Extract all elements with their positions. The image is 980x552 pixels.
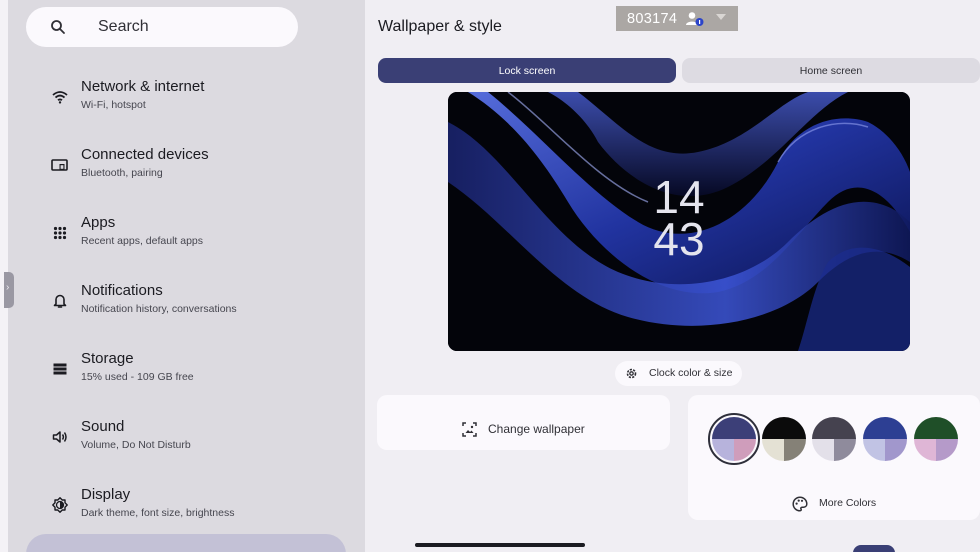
tab-home-screen[interactable]: Home screen — [682, 58, 980, 83]
swatch-bottom-left — [914, 439, 936, 461]
tab-lock-screen[interactable]: Lock screen — [378, 58, 676, 83]
sidebar-item-display[interactable]: Display Dark theme, font size, brightnes… — [8, 471, 365, 533]
color-options-card: More Colors — [688, 395, 980, 520]
swatch-top — [712, 417, 756, 439]
search-bar[interactable]: Search — [26, 7, 298, 47]
palette-icon — [792, 496, 808, 512]
swatch-bottom-left — [712, 439, 734, 461]
clock-color-size-label: Clock color & size — [649, 367, 733, 379]
color-swatch[interactable] — [762, 417, 806, 461]
swatch-bottom-left — [762, 439, 784, 461]
bell-icon — [48, 291, 72, 311]
clock-minutes: 43 — [653, 213, 705, 265]
sidebar-item-connected-devices[interactable]: Connected devices Bluetooth, pairing — [8, 131, 365, 193]
sidebar-item-network[interactable]: Network & internet Wi-Fi, hotspot — [8, 63, 365, 125]
sidebar-item-subtitle: Wi-Fi, hotspot — [81, 99, 146, 111]
sidebar-item-subtitle: Bluetooth, pairing — [81, 167, 163, 179]
sidebar-item-subtitle: Volume, Do Not Disturb — [81, 439, 191, 451]
main-panel: Wallpaper & style Lock screen Home scree… — [365, 0, 980, 552]
sidebar-item-notifications[interactable]: Notifications Notification history, conv… — [8, 267, 365, 329]
search-label: Search — [98, 18, 149, 35]
sidebar-item-subtitle: 15% used - 109 GB free — [81, 371, 194, 383]
gesture-navigation-bar[interactable] — [415, 543, 585, 547]
gear-icon — [626, 368, 637, 379]
sidebar-item-title: Sound — [81, 418, 125, 435]
wifi-icon — [48, 87, 72, 107]
swatch-top — [762, 417, 806, 439]
search-icon — [51, 20, 65, 34]
swatch-bottom-left — [812, 439, 834, 461]
overlay-id-badge[interactable]: 803174 — [616, 6, 738, 31]
swatch-top — [914, 417, 958, 439]
sidebar-item-title: Network & internet — [81, 78, 205, 95]
swatch-top — [863, 417, 907, 439]
chevron-right-icon: › — [6, 282, 10, 293]
toggle-switch[interactable] — [853, 545, 895, 552]
swatch-bottom-right — [784, 439, 806, 461]
sidebar-item-title: Display — [81, 486, 131, 503]
sidebar-item-subtitle: Recent apps, default apps — [81, 235, 204, 247]
speaker-icon — [48, 427, 72, 447]
brightness-icon — [48, 495, 72, 515]
color-swatch[interactable] — [712, 417, 756, 461]
page-title: Wallpaper & style — [378, 18, 502, 35]
swatch-bottom-right — [834, 439, 856, 461]
swatch-bottom-right — [936, 439, 958, 461]
sidebar-item-title: Storage — [81, 350, 134, 367]
wallpaper-icon — [462, 422, 477, 437]
swatch-bottom-right — [734, 439, 756, 461]
swatch-bottom-right — [885, 439, 907, 461]
color-swatch[interactable] — [863, 417, 907, 461]
sidebar-item-apps[interactable]: Apps Recent apps, default apps — [8, 199, 365, 261]
sidebar-item-sound[interactable]: Sound Volume, Do Not Disturb — [8, 403, 365, 465]
person-icon — [686, 11, 704, 26]
devices-icon — [48, 155, 72, 175]
swatch-bottom-left — [863, 439, 885, 461]
overlay-id-number: 803174 — [627, 10, 678, 27]
color-swatch[interactable] — [812, 417, 856, 461]
clock-color-size-button[interactable]: Clock color & size — [615, 361, 742, 386]
storage-icon — [48, 359, 72, 379]
change-wallpaper-label: Change wallpaper — [488, 422, 585, 436]
more-colors-button[interactable]: More Colors — [792, 495, 876, 513]
swatch-top — [812, 417, 856, 439]
sidebar-item-title: Connected devices — [81, 146, 209, 163]
sidebar-item-title: Notifications — [81, 282, 163, 299]
change-wallpaper-card[interactable]: Change wallpaper — [377, 395, 670, 450]
sidebar-item-selected-highlight[interactable] — [26, 534, 346, 552]
sidebar: Search Network & internet Wi-Fi, hotspot… — [8, 0, 365, 552]
apps-grid-icon — [48, 223, 72, 243]
more-colors-label: More Colors — [819, 497, 877, 509]
color-swatch[interactable] — [914, 417, 958, 461]
chevron-down-icon — [716, 14, 726, 20]
wallpaper-preview[interactable]: 14 43 — [448, 92, 910, 351]
panel-drag-handle[interactable]: › — [4, 272, 14, 308]
sidebar-item-storage[interactable]: Storage 15% used - 109 GB free — [8, 335, 365, 397]
sidebar-item-subtitle: Notification history, conversations — [81, 303, 237, 315]
sidebar-item-title: Apps — [81, 214, 116, 231]
sidebar-item-subtitle: Dark theme, font size, brightness — [81, 507, 235, 519]
